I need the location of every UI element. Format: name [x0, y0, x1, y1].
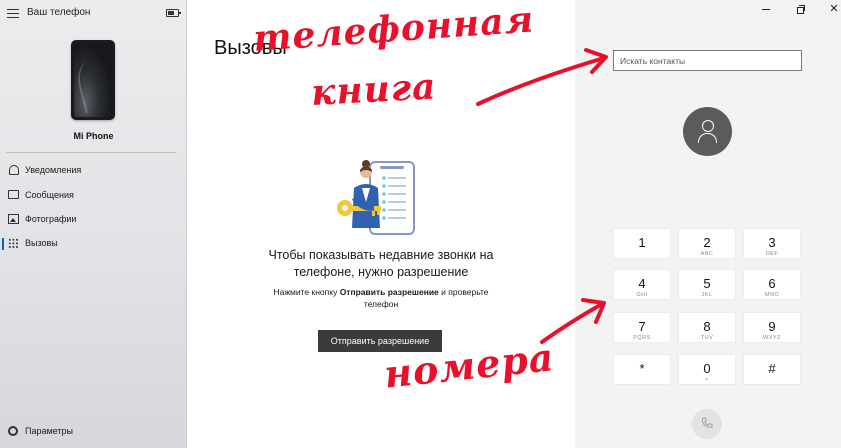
empty-state-heading-line2: телефоне, нужно разрешение [293, 265, 469, 279]
gear-icon [8, 426, 18, 436]
sidebar-item-label: Уведомления [25, 165, 82, 175]
key-digit: 0 [703, 361, 711, 376]
sidebar-item-settings[interactable]: Параметры [0, 421, 187, 443]
key-digit: # [768, 361, 776, 376]
key-3[interactable]: 3 DEF [743, 228, 801, 259]
phone-icon [701, 417, 713, 428]
hamburger-menu-icon[interactable] [7, 9, 19, 18]
key-7[interactable]: 7 PQRS [613, 312, 671, 343]
key-digit: 3 [768, 235, 776, 250]
dialer-panel: ✕ 1 2ABC 3DEF 4GHI 5JKL 6MNO 7PQRS 8TUV … [575, 0, 841, 448]
sidebar-item-label: Фотографии [25, 214, 77, 224]
permission-illustration [337, 160, 415, 235]
sidebar: Ваш телефон Mi Phone Уведомления Сообщен… [0, 0, 187, 448]
key-digit: 2 [703, 235, 711, 250]
key-digit: 7 [638, 319, 646, 334]
key-hash[interactable]: # [743, 354, 801, 385]
phone-image [71, 40, 115, 120]
key-letters: GHI [636, 292, 648, 298]
sidebar-item-messages[interactable]: Сообщения [0, 185, 187, 207]
key-digit: * [639, 361, 645, 376]
window-controls: ✕ [731, 0, 841, 20]
key-9[interactable]: 9 WXYZ [743, 312, 801, 343]
sidebar-item-label: Вызовы [25, 238, 58, 248]
sidebar-item-label: Сообщения [25, 190, 74, 200]
restore-icon[interactable] [796, 4, 806, 14]
sidebar-item-calls[interactable]: Вызовы [0, 233, 187, 255]
key-digit: 6 [768, 276, 776, 291]
key-digit: 1 [638, 235, 646, 250]
key-letters: TUV [700, 335, 714, 341]
key-1[interactable]: 1 [613, 228, 671, 259]
bell-icon [9, 165, 19, 175]
chat-icon [8, 190, 19, 199]
hint-bold: Отправить разрешение [339, 287, 439, 297]
sidebar-item-label: Параметры [25, 426, 73, 436]
empty-state-hint: Нажмите кнопку Отправить разрешение и пр… [258, 286, 504, 310]
phone-name: Mi Phone [73, 131, 114, 141]
key-letters: + [705, 377, 709, 383]
key-letters: DEF [765, 251, 779, 257]
annotation-phonebook-line2: книга [310, 65, 438, 114]
minimize-icon[interactable] [761, 4, 771, 14]
empty-state-heading: Чтобы показывать недавние звонки на теле… [188, 247, 574, 281]
sidebar-titlebar: Ваш телефон [0, 0, 187, 26]
sidebar-divider [6, 152, 176, 153]
key-letters: ABC [700, 251, 714, 257]
key-star[interactable]: * [613, 354, 671, 385]
key-letters: MNO [764, 292, 780, 298]
key-4[interactable]: 4 GHI [613, 269, 671, 300]
key-2[interactable]: 2 ABC [678, 228, 736, 259]
contact-avatar [683, 107, 732, 156]
sidebar-item-photos[interactable]: Фотографии [0, 209, 187, 231]
sidebar-item-notifications[interactable]: Уведомления [0, 160, 187, 182]
hint-prefix: Нажмите кнопку [273, 287, 340, 297]
key-0[interactable]: 0 + [678, 354, 736, 385]
key-letters: JKL [701, 292, 713, 298]
call-button[interactable] [692, 409, 722, 439]
search-contacts-input[interactable] [613, 50, 802, 71]
key-6[interactable]: 6 MNO [743, 269, 801, 300]
empty-state-heading-line1: Чтобы показывать недавние звонки на [268, 248, 494, 262]
dialpad-icon [8, 238, 19, 249]
key-digit: 5 [703, 276, 711, 291]
key-digit: 4 [638, 276, 646, 291]
key-8[interactable]: 8 TUV [678, 312, 736, 343]
key-digit: 8 [703, 319, 711, 334]
app-title: Ваш телефон [27, 7, 91, 18]
key-letters: WXYZ [763, 335, 781, 341]
battery-icon [166, 9, 181, 17]
person-icon [702, 120, 714, 132]
key-digit: 9 [768, 319, 776, 334]
key-letters: PQRS [633, 335, 651, 341]
photo-icon [8, 214, 19, 224]
close-icon[interactable]: ✕ [829, 3, 839, 14]
key-5[interactable]: 5 JKL [678, 269, 736, 300]
